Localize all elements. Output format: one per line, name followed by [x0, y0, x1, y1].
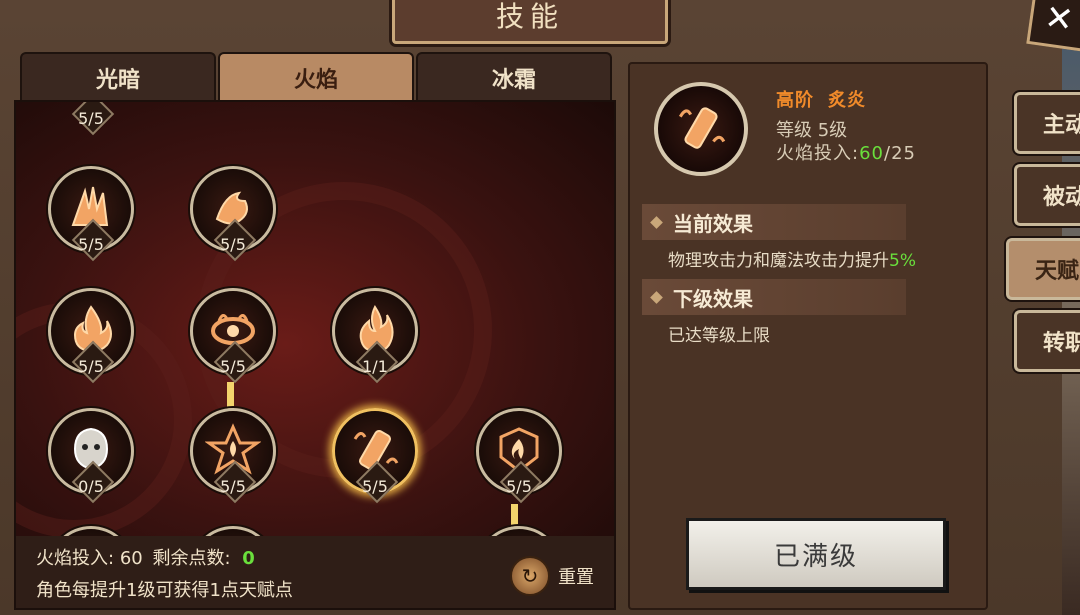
detail-skill-icon: [654, 82, 748, 176]
current-effect-text: 物理攻击力和魔法攻击力提升: [668, 251, 889, 271]
current-effect-header: 当前效果: [642, 204, 906, 240]
skill-connector: [227, 382, 234, 410]
tab-frost[interactable]: 冰霜: [416, 52, 612, 102]
skill-node-fire-pentagram[interactable]: 5/5: [190, 408, 276, 496]
close-icon: ✕: [1042, 0, 1076, 41]
reset-icon: ↻: [521, 564, 539, 588]
skill-level-badge: 5/5: [355, 473, 395, 499]
side-tab-passive-skills[interactable]: 被动: [1014, 164, 1080, 226]
skill-node-fire-bird[interactable]: 5/5: [190, 166, 276, 254]
skill-node-burning-selected[interactable]: 5/5: [332, 408, 418, 496]
skill-invest-text: 火焰投入:60/25: [776, 139, 916, 165]
close-button[interactable]: ✕: [1026, 0, 1080, 52]
current-effect-body: 物理攻击力和魔法攻击力提升5%: [668, 246, 916, 271]
skill-detail-panel: 高阶 炙炎 等级 5级 火焰投入:60/25 当前效果 物理攻击力和魔法攻击力提升…: [628, 62, 988, 610]
skill-node-fire-claw[interactable]: 5/5: [48, 166, 134, 254]
burning-icon: [678, 107, 726, 149]
tree-footer: 火焰投入: 60 剩余点数: 0 角色每提升1级可获得1点天赋点 ↻ 重置: [14, 536, 616, 610]
remaining-label: 剩余点数:: [152, 548, 231, 569]
skill-level-badge: 5/5: [71, 353, 111, 379]
tab-fire[interactable]: 火焰: [218, 52, 414, 102]
invest-separator: /: [883, 143, 892, 164]
skill-name: 炙炎: [828, 90, 866, 111]
skill-node-partial[interactable]: 5/5: [48, 102, 134, 128]
skill-level-badge: 5/5: [71, 231, 111, 257]
diamond-icon: [650, 215, 663, 229]
skill-node-fire-eye[interactable]: 5/5: [190, 288, 276, 376]
max-level-button[interactable]: 已满级: [686, 518, 946, 590]
next-effect-text: 已达等级上限: [668, 326, 770, 346]
side-tab-class-change[interactable]: 转职: [1014, 310, 1080, 372]
skill-node-blaze[interactable]: 1/1: [332, 288, 418, 376]
side-tab-talent[interactable]: 天赋: [1006, 238, 1080, 300]
skill-tier-label: 高阶: [776, 90, 814, 111]
fire-invest-summary: 火焰投入: 60 剩余点数: 0: [36, 544, 255, 570]
remaining-value: 0: [242, 548, 255, 569]
skill-node-flame[interactable]: 5/5: [48, 288, 134, 376]
skill-level-badge: 5/5: [213, 473, 253, 499]
talent-hint: 角色每提升1级可获得1点天赋点: [36, 580, 293, 601]
skill-tier: 高阶 炙炎: [776, 86, 866, 112]
skill-level-badge: 5/5: [213, 353, 253, 379]
skill-level-badge: 5/5: [499, 473, 539, 499]
invest-label: 火焰投入:: [776, 143, 860, 164]
skill-node-fire-shield[interactable]: 5/5: [476, 408, 562, 496]
skill-window: 技能 ✕ 光暗 火焰 冰霜 5/5 5/5 5/5 5/5 5/5 1/1 0/…: [0, 0, 1080, 615]
invest-value: 60: [119, 548, 143, 569]
next-effect-title: 下级效果: [673, 286, 753, 311]
next-effect-header: 下级效果: [642, 279, 906, 315]
current-effect-title: 当前效果: [673, 211, 753, 236]
current-effect-value: 5%: [889, 251, 916, 271]
skill-level-badge: 5/5: [213, 231, 253, 257]
side-tab-active-skills[interactable]: 主动: [1014, 92, 1080, 154]
skill-level-badge: 1/1: [355, 353, 395, 379]
reset-label[interactable]: 重置: [558, 563, 594, 589]
skill-node-shadow-spirit[interactable]: 0/5: [48, 408, 134, 496]
invest-label: 火焰投入:: [36, 548, 115, 569]
skill-level-badge: 5/5: [71, 105, 111, 131]
window-title: 技能: [392, 0, 668, 44]
reset-button[interactable]: ↻: [510, 556, 550, 596]
tab-light-dark[interactable]: 光暗: [20, 52, 216, 102]
invest-required: 25: [891, 143, 916, 164]
invest-current: 60: [859, 143, 884, 164]
skill-tree[interactable]: 5/5 5/5 5/5 5/5 5/5 1/1 0/5 5/5 5/5 5/5: [14, 100, 616, 544]
diamond-icon: [650, 290, 663, 304]
skill-level-badge: 0/5: [71, 473, 111, 499]
